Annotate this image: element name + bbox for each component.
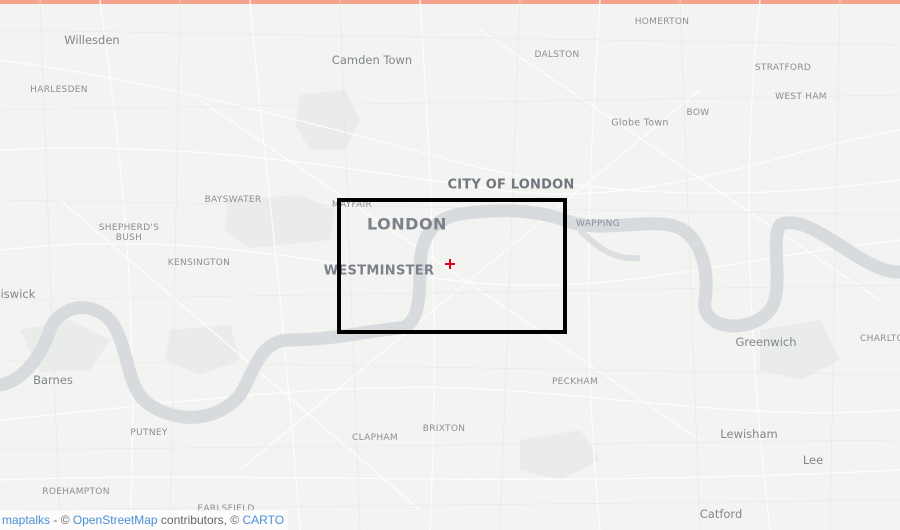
label-kensington: KENSINGTON xyxy=(167,258,231,268)
label-peckham: PECKHAM xyxy=(551,377,599,387)
center-cross-icon xyxy=(445,259,455,269)
battersea-park xyxy=(165,325,240,375)
label-clapham: CLAPHAM xyxy=(352,433,398,443)
label-willesden: Willesden xyxy=(64,33,120,47)
label-putney: PUTNEY xyxy=(130,428,168,438)
label-lewisham: Lewisham xyxy=(720,427,778,441)
label-catford: Catford xyxy=(699,507,743,521)
label-city-of-london: CITY OF LONDON xyxy=(447,177,575,193)
carto-link[interactable]: CARTO xyxy=(242,513,284,527)
maptalks-link[interactable]: maptalks xyxy=(2,513,50,527)
label-charlton: CHARLTO xyxy=(860,334,900,344)
label-west-ham: WEST HAM xyxy=(775,92,827,102)
label-globe-town: Globe Town xyxy=(611,117,669,129)
label-lee: Lee xyxy=(802,453,824,467)
label-bayswater: BAYSWATER xyxy=(204,195,262,205)
label-camden-town: Camden Town xyxy=(331,53,413,67)
openstreetmap-link[interactable]: OpenStreetMap xyxy=(73,513,158,527)
label-stratford: STRATFORD xyxy=(754,63,812,73)
map-attribution: maptalks - © OpenStreetMap contributors,… xyxy=(0,510,289,530)
regents-park xyxy=(295,90,360,150)
label-brixton: BRIXTON xyxy=(422,424,466,434)
label-greenwich: Greenwich xyxy=(735,335,797,349)
attribution-contributors: contributors, © xyxy=(157,513,243,527)
greenwich-park xyxy=(760,320,840,380)
label-roehampton: ROEHAMPTON xyxy=(42,487,110,497)
label-bow: BOW xyxy=(686,108,710,118)
label-wapping: WAPPING xyxy=(576,219,620,229)
label-chiswick: iswick xyxy=(0,287,36,301)
label-barnes: Barnes xyxy=(33,373,73,387)
south-park xyxy=(520,430,600,480)
label-harlesden: HARLESDEN xyxy=(30,85,88,95)
label-dalston: DALSTON xyxy=(534,50,580,60)
label-shepherds-bush: SHEPHERD'S BUSH xyxy=(98,223,160,243)
map-canvas[interactable]: Willesden Camden Town HOMERTON DALSTON S… xyxy=(0,0,900,530)
attribution-sep: - © xyxy=(50,513,73,527)
label-homerton: HOMERTON xyxy=(634,17,690,27)
